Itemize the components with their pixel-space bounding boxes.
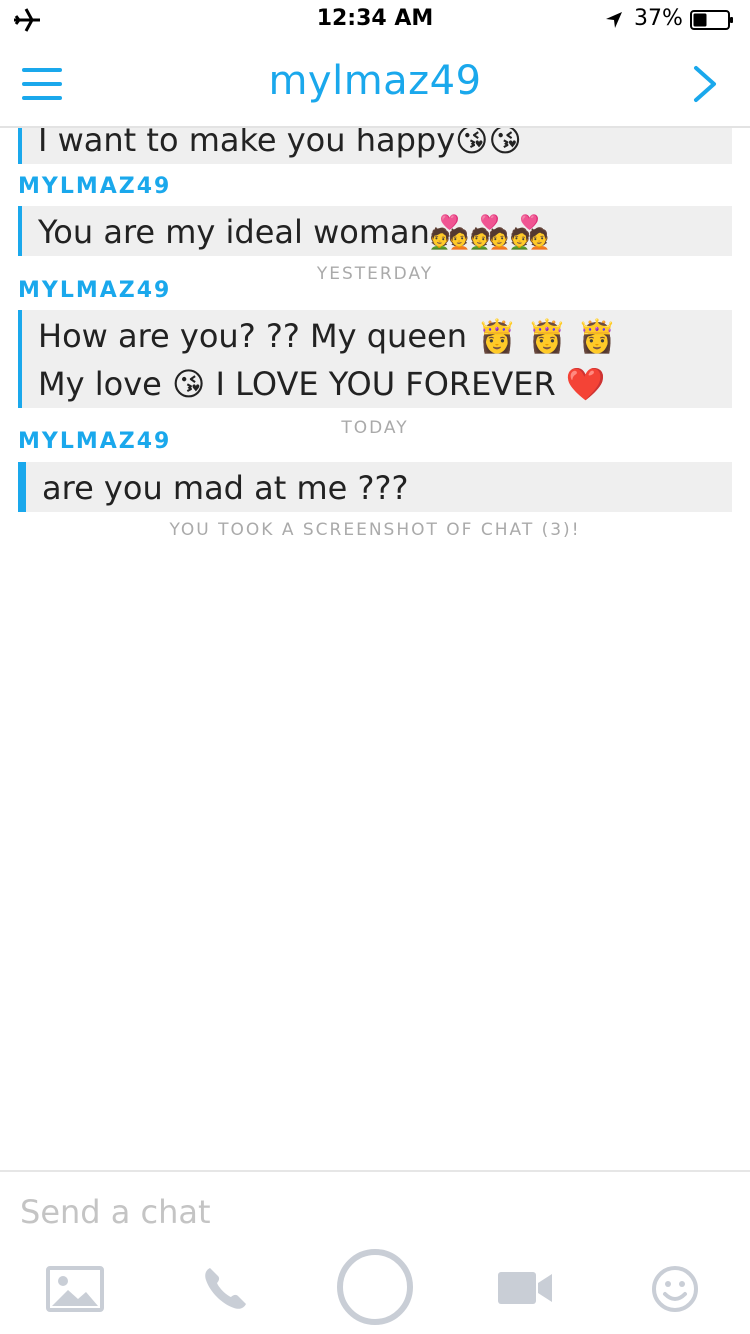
chat-input-bar (0, 1170, 750, 1250)
message-text: I want to make you happy😘😘 (38, 128, 522, 159)
phone-icon[interactable] (200, 1264, 250, 1314)
status-bar: 12:34 AM 37% (0, 0, 750, 40)
message-text: You are my ideal woman💑💑💑 (38, 213, 550, 251)
emoji-icon[interactable] (650, 1264, 700, 1314)
sender-name: MYLMAZ49 (18, 174, 172, 199)
chat-title[interactable]: mylmaz49 (0, 58, 750, 104)
capture-button[interactable] (336, 1248, 414, 1326)
send-chat-input[interactable] (18, 1186, 722, 1238)
chat-message: are you mad at me ??? (18, 462, 732, 512)
message-text: are you mad at me ??? (42, 469, 409, 507)
chevron-right-icon[interactable] (690, 64, 720, 104)
battery-percent: 37% (634, 6, 683, 31)
chat-message: How are you? ?? My queen 👸 👸 👸 My love 😘… (18, 310, 732, 408)
chat-message: I want to make you happy😘😘 (18, 128, 732, 164)
bottom-toolbar (0, 1248, 750, 1334)
chat-message: You are my ideal woman💑💑💑 (18, 206, 732, 256)
message-text-line-2: My love 😘 I LOVE YOU FOREVER ❤️ (38, 365, 606, 403)
battery-icon (690, 10, 733, 30)
chat-header: mylmaz49 (0, 40, 750, 128)
screenshot-notice: YOU TOOK A SCREENSHOT OF CHAT (3)! (169, 520, 581, 540)
location-arrow-icon (606, 12, 622, 28)
sender-name: MYLMAZ49 (18, 429, 172, 454)
chat-messages[interactable]: I want to make you happy😘😘 MYLMAZ49 You … (0, 128, 750, 1168)
sender-name: MYLMAZ49 (18, 278, 172, 303)
message-text-line-1: How are you? ?? My queen 👸 👸 👸 (38, 317, 618, 355)
image-icon[interactable] (46, 1266, 104, 1312)
video-icon[interactable] (498, 1270, 554, 1306)
